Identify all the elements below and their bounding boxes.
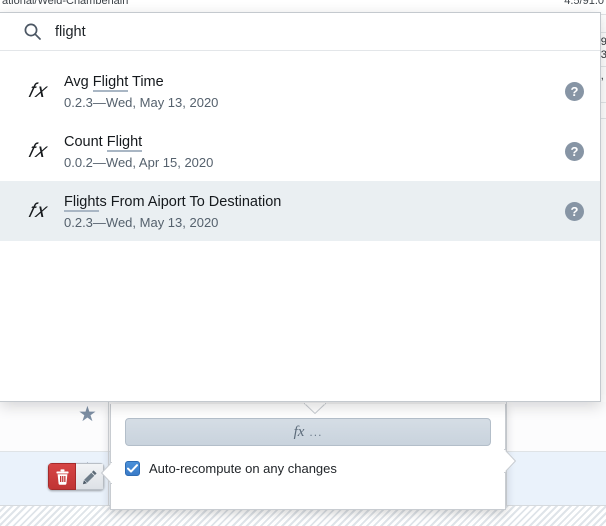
fx-icon: 𝑓𝑥 [28, 199, 46, 222]
fx-icon: fx [293, 423, 305, 440]
list-item[interactable]: 𝑓𝑥 Count Flight 0.0.2—Wed, Apr 15, 2020 … [0, 121, 600, 181]
formula-version: 0.2.3 [64, 214, 93, 230]
fx-icon: 𝑓𝑥 [28, 79, 46, 102]
formula-results-list: 𝑓𝑥 Avg Flight Time 0.2.3—Wed, May 13, 20… [0, 51, 600, 401]
trash-icon [56, 468, 68, 485]
meta-separator: — [92, 214, 106, 230]
formula-name-match: Flight [92, 73, 129, 92]
formula-name-prefix: Avg [64, 73, 93, 90]
formula-date: Wed, Apr 15, 2020 [105, 154, 214, 170]
formula-meta: 0.2.3—Wed, May 13, 2020 [64, 215, 555, 230]
fx-icon: 𝑓𝑥 [28, 139, 46, 162]
formula-placeholder-text: ... [309, 425, 323, 439]
popover-right-arrow [504, 449, 516, 473]
list-item-text: Count Flight 0.0.2—Wed, Apr 15, 2020 [64, 133, 555, 170]
meta-separator: — [92, 94, 106, 110]
auto-recompute-label: Auto-recompute on any changes [149, 461, 337, 476]
background-top-row-value: 4.5/91.0 [564, 0, 604, 7]
help-icon[interactable]: ? [565, 201, 584, 221]
star-icon[interactable]: ★ [78, 404, 97, 425]
formula-search-bar [0, 13, 600, 51]
formula-name: Avg Flight Time [64, 73, 164, 92]
formula-name: Flights From Aiport To Destination [64, 193, 282, 212]
formula-name: Count Flight [64, 133, 143, 152]
column-divider [108, 402, 109, 508]
row-action-button-group[interactable] [48, 463, 104, 490]
edit-row-button[interactable] [76, 463, 104, 490]
formula-editor-popover: fx ... Auto-recompute on any changes [101, 403, 516, 510]
checkmark-icon [127, 464, 138, 473]
formula-name-suffix: s From Aiport To Destination [99, 193, 282, 210]
auto-recompute-checkbox[interactable] [125, 461, 140, 476]
formula-name-suffix: Time [128, 73, 164, 90]
list-item-text: Flights From Aiport To Destination 0.2.3… [64, 193, 555, 230]
formula-version: 0.2.3 [64, 94, 93, 110]
formula-name-prefix: Count [64, 133, 107, 150]
formula-input[interactable]: fx ... [125, 418, 491, 446]
pencil-icon [82, 469, 97, 484]
formula-date: Wed, May 13, 2020 [105, 214, 219, 230]
search-input[interactable] [55, 23, 584, 40]
list-item[interactable]: 𝑓𝑥 Avg Flight Time 0.2.3—Wed, May 13, 20… [0, 61, 600, 121]
formula-meta: 0.0.2—Wed, Apr 15, 2020 [64, 155, 555, 170]
formula-version: 0.0.2 [64, 154, 93, 170]
search-icon [24, 23, 41, 40]
delete-row-button[interactable] [48, 463, 76, 490]
list-item[interactable]: 𝑓𝑥 Flights From Aiport To Destination 0.… [0, 181, 600, 241]
help-icon[interactable]: ? [565, 141, 584, 161]
formula-name-match: Flight [106, 133, 143, 152]
help-icon[interactable]: ? [565, 81, 584, 101]
formula-name-match: Flight [64, 193, 100, 212]
formula-date: Wed, May 13, 2020 [105, 94, 219, 110]
formula-meta: 0.2.3—Wed, May 13, 2020 [64, 95, 555, 110]
meta-separator: — [92, 154, 106, 170]
auto-recompute-row[interactable]: Auto-recompute on any changes [125, 461, 491, 476]
formula-picker-dropdown: 𝑓𝑥 Avg Flight Time 0.2.3—Wed, May 13, 20… [0, 12, 601, 402]
list-item-text: Avg Flight Time 0.2.3—Wed, May 13, 2020 [64, 73, 555, 110]
background-top-row-label: ational/Weld-Chamberlain [2, 0, 129, 7]
